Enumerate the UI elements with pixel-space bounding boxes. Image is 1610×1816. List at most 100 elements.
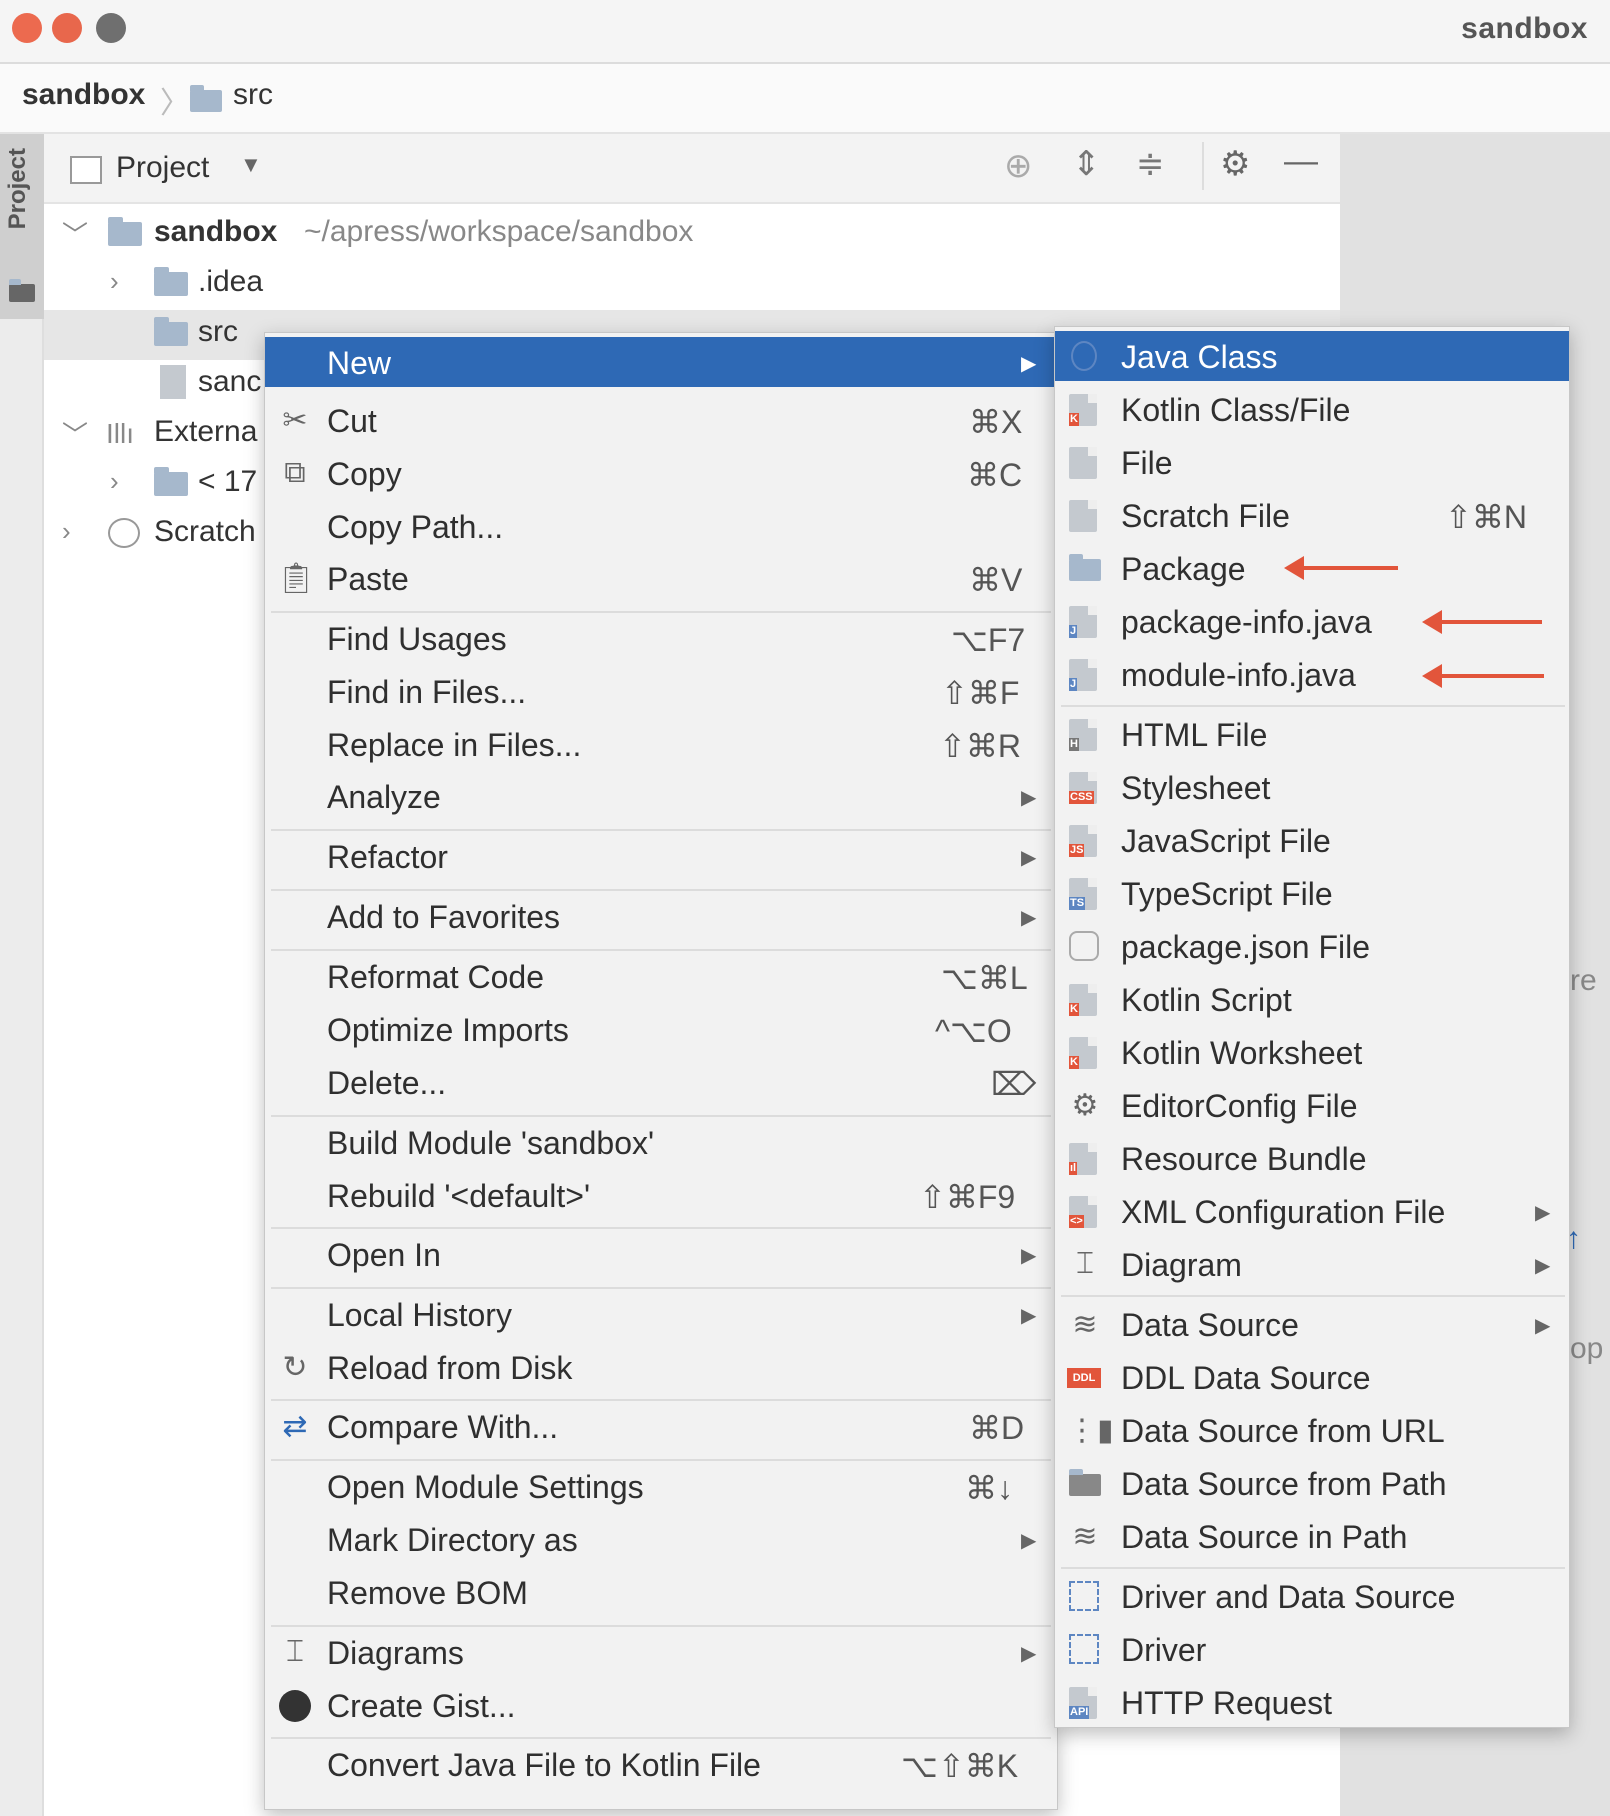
submenu-item-data-source-path[interactable]: Data Source from Path xyxy=(1055,1458,1569,1508)
close-window-button[interactable] xyxy=(12,13,42,43)
submenu-item-data-source-in-path[interactable]: ≋ Data Source in Path xyxy=(1055,1511,1569,1561)
menu-label: HTML File xyxy=(1121,717,1268,753)
submenu-item-data-source[interactable]: ≋ Data Source ▶ xyxy=(1055,1299,1569,1349)
folder-icon xyxy=(9,279,35,302)
chevron-down-icon[interactable]: ▼ xyxy=(240,152,262,178)
editor-text-fragment: op xyxy=(1570,1332,1604,1365)
submenu-item-typescript-file[interactable]: TS TypeScript File xyxy=(1055,868,1569,918)
shortcut: ^⌥O xyxy=(935,1013,1012,1049)
submenu-item-stylesheet[interactable]: CSS Stylesheet xyxy=(1055,762,1569,812)
menu-item-build-module[interactable]: Build Module 'sandbox' xyxy=(265,1117,1057,1167)
submenu-item-package-json[interactable]: package.json File xyxy=(1055,921,1569,971)
minimize-icon[interactable]: — xyxy=(1284,142,1318,181)
menu-label: Data Source from Path xyxy=(1121,1466,1447,1502)
gear-icon[interactable]: ⚙ xyxy=(1220,144,1250,184)
tree-item-idea[interactable]: .idea xyxy=(198,265,263,299)
chevron-right-icon[interactable]: › xyxy=(110,266,119,297)
menu-item-diagrams[interactable]: ⌶ Diagrams ▶ xyxy=(265,1627,1057,1677)
menu-item-reload-from-disk[interactable]: ↻ Reload from Disk xyxy=(265,1342,1057,1392)
menu-label: package-info.java xyxy=(1121,604,1372,640)
collapse-all-icon[interactable]: ≑ xyxy=(1136,144,1165,184)
minimize-window-button[interactable] xyxy=(52,13,82,43)
shortcut: ⇧⌘N xyxy=(1445,499,1527,535)
clipboard-icon: 📋︎ xyxy=(277,562,316,595)
menu-item-refactor[interactable]: Refactor ▶ xyxy=(265,831,1057,881)
submenu-item-data-source-url[interactable]: ⋮▮ Data Source from URL xyxy=(1055,1405,1569,1455)
submenu-item-resource-bundle[interactable]: ıl Resource Bundle xyxy=(1055,1133,1569,1183)
tree-item-external-libraries[interactable]: Externa xyxy=(154,415,257,449)
menu-label: HTTP Request xyxy=(1121,1685,1333,1721)
submenu-item-driver[interactable]: Driver xyxy=(1055,1624,1569,1674)
submenu-item-kotlin-worksheet[interactable]: K Kotlin Worksheet xyxy=(1055,1027,1569,1077)
tree-root-name[interactable]: sandbox xyxy=(154,215,277,249)
annotation-arrow-icon xyxy=(1284,556,1398,580)
submenu-item-kotlin-class[interactable]: K Kotlin Class/File xyxy=(1055,384,1569,434)
menu-item-compare-with[interactable]: ⇄ Compare With... ⌘D xyxy=(265,1401,1057,1451)
submenu-item-ddl-data-source[interactable]: DDL DDL Data Source xyxy=(1055,1352,1569,1402)
kotlin-worksheet-icon: K xyxy=(1069,1037,1097,1069)
compare-arrows-icon: ⇄ xyxy=(282,1410,308,1443)
chevron-right-icon[interactable]: › xyxy=(62,516,71,547)
chevron-right-icon[interactable]: › xyxy=(110,466,119,497)
shortcut: ⌥⇧⌘K xyxy=(901,1748,1019,1784)
tree-root-path: ~/apress/workspace/sandbox xyxy=(304,215,694,248)
submenu-item-html-file[interactable]: H HTML File xyxy=(1055,709,1569,759)
breadcrumb-src[interactable]: src xyxy=(233,78,273,112)
menu-item-reformat-code[interactable]: Reformat Code ⌥⌘L xyxy=(265,951,1057,1001)
expand-all-icon[interactable]: ⇕ xyxy=(1072,144,1101,184)
file-icon xyxy=(1069,447,1097,479)
submenu-item-java-class[interactable]: Java Class xyxy=(1055,331,1569,381)
submenu-item-file[interactable]: File xyxy=(1055,437,1569,487)
menu-item-convert-to-kotlin[interactable]: Convert Java File to Kotlin File ⌥⇧⌘K xyxy=(265,1739,1057,1789)
project-view-selector[interactable]: Project xyxy=(116,151,209,185)
context-menu: New ▶ ✂ Cut ⌘X ⧉ Copy ⌘C Copy Path... 📋︎… xyxy=(264,332,1058,1810)
menu-item-open-module-settings[interactable]: Open Module Settings ⌘↓ xyxy=(265,1461,1057,1511)
menu-item-paste[interactable]: 📋︎ Paste ⌘V xyxy=(265,553,1057,603)
menu-item-open-in[interactable]: Open In ▶ xyxy=(265,1229,1057,1279)
menu-item-create-gist[interactable]: Create Gist... xyxy=(265,1680,1057,1730)
tree-item-src[interactable]: src xyxy=(198,315,238,349)
menu-item-add-to-favorites[interactable]: Add to Favorites ▶ xyxy=(265,891,1057,941)
menu-item-find-usages[interactable]: Find Usages ⌥F7 xyxy=(265,613,1057,663)
project-tool-tab[interactable]: Project xyxy=(0,134,44,319)
menu-item-analyze[interactable]: Analyze ▶ xyxy=(265,771,1057,821)
reload-icon: ↻ xyxy=(282,1351,308,1384)
submenu-item-driver-and-data-source[interactable]: Driver and Data Source xyxy=(1055,1571,1569,1621)
menu-item-copy[interactable]: ⧉ Copy ⌘C xyxy=(265,448,1057,498)
menu-item-local-history[interactable]: Local History ▶ xyxy=(265,1289,1057,1339)
submenu-item-diagram[interactable]: ⌶ Diagram ▶ xyxy=(1055,1239,1569,1289)
diagram-icon: ⌶ xyxy=(286,1635,304,1668)
menu-item-copy-path[interactable]: Copy Path... xyxy=(265,501,1057,551)
tree-item-scratches[interactable]: Scratch xyxy=(154,515,256,549)
chevron-down-icon[interactable]: ﹀ xyxy=(62,415,88,452)
zoom-window-button[interactable] xyxy=(96,13,126,43)
menu-item-mark-directory-as[interactable]: Mark Directory as ▶ xyxy=(265,1514,1057,1564)
menu-label: Find Usages xyxy=(327,621,507,657)
menu-item-new[interactable]: New ▶ xyxy=(265,337,1057,387)
libraries-icon: Illı xyxy=(106,418,134,449)
tree-item-jdk[interactable]: < 17 xyxy=(198,465,257,499)
project-panel-header: Project ▼ ⊕ ⇕ ≑ ⚙ — xyxy=(44,134,1340,204)
folder-icon xyxy=(190,85,222,112)
menu-item-find-in-files[interactable]: Find in Files... ⇧⌘F xyxy=(265,666,1057,716)
menu-item-replace-in-files[interactable]: Replace in Files... ⇧⌘R xyxy=(265,719,1057,769)
tree-item-sandbox-iml[interactable]: sanc xyxy=(198,365,261,399)
submenu-item-xml-configuration[interactable]: <> XML Configuration File ▶ xyxy=(1055,1186,1569,1236)
menu-label: DDL Data Source xyxy=(1121,1360,1371,1396)
menu-item-rebuild[interactable]: Rebuild '<default>' ⇧⌘F9 xyxy=(265,1170,1057,1220)
locate-icon[interactable]: ⊕ xyxy=(1004,146,1033,186)
submenu-item-kotlin-script[interactable]: K Kotlin Script xyxy=(1055,974,1569,1024)
submenu-item-javascript-file[interactable]: JS JavaScript File xyxy=(1055,815,1569,865)
java-file-icon: J xyxy=(1069,606,1097,638)
menu-item-remove-bom[interactable]: Remove BOM xyxy=(265,1567,1057,1617)
chevron-down-icon[interactable]: ﹀ xyxy=(62,215,88,252)
menu-label: module-info.java xyxy=(1121,657,1356,693)
breadcrumb-project[interactable]: sandbox xyxy=(22,78,145,112)
menu-item-cut[interactable]: ✂ Cut ⌘X xyxy=(265,395,1057,445)
submenu-item-http-request[interactable]: API HTTP Request xyxy=(1055,1677,1569,1727)
menu-item-optimize-imports[interactable]: Optimize Imports ^⌥O xyxy=(265,1004,1057,1054)
copy-icon: ⧉ xyxy=(284,456,306,489)
submenu-item-editorconfig[interactable]: ⚙ EditorConfig File xyxy=(1055,1080,1569,1130)
submenu-item-scratch-file[interactable]: Scratch File ⇧⌘N xyxy=(1055,490,1569,540)
menu-item-delete[interactable]: Delete... ⌦ xyxy=(265,1057,1057,1107)
